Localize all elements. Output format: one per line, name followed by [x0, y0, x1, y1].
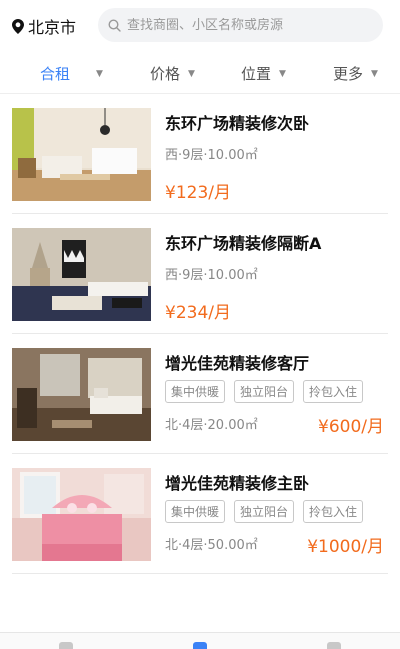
- filter-price[interactable]: 价格 ▼: [150, 63, 195, 84]
- caret-down-icon: ▼: [188, 68, 195, 79]
- tag-private-balcony: 独立阳台: [234, 500, 295, 523]
- listing-meta: 西·9层·10.00㎡: [165, 268, 258, 283]
- bottom-nav: [0, 632, 400, 649]
- filter-label: 合租: [40, 65, 71, 83]
- nav-tab-profile-icon[interactable]: [327, 642, 341, 649]
- listing-title: 东环广场精装修次卧: [165, 114, 310, 133]
- listing-item[interactable]: 增光佳苑精装修主卧 集中供暖 独立阳台 拎包入住 北·4层·50.00㎡ ¥10…: [12, 454, 388, 574]
- filter-label: 位置: [241, 65, 272, 83]
- tag-move-in-ready: 拎包入住: [303, 500, 364, 523]
- caret-down-icon: ▼: [279, 68, 286, 79]
- tag-move-in-ready: 拎包入住: [303, 380, 364, 403]
- listing-tags: 集中供暖 独立阳台 拎包入住: [165, 380, 372, 403]
- filter-share-rent[interactable]: 合租 ▼: [40, 63, 103, 84]
- search-box[interactable]: [98, 8, 383, 42]
- listing-item[interactable]: 东环广场精装修次卧 西·9层·10.00㎡ ¥123/月: [12, 94, 388, 214]
- tag-central-heating: 集中供暖: [165, 500, 226, 523]
- tag-central-heating: 集中供暖: [165, 380, 226, 403]
- listing-item[interactable]: 东环广场精装修隔断A 西·9层·10.00㎡ ¥234/月: [12, 214, 388, 334]
- search-input[interactable]: [127, 17, 367, 33]
- listing-photo: [12, 228, 151, 321]
- top-bar: 北京市: [0, 0, 400, 52]
- listing-meta: 北·4层·50.00㎡: [165, 538, 258, 553]
- listing-tags: 集中供暖 独立阳台 拎包入住: [165, 500, 372, 523]
- listing-meta: 西·9层·10.00㎡: [165, 148, 258, 163]
- listing-price: ¥234/月: [165, 303, 231, 323]
- listing-price: ¥600/月: [318, 417, 384, 437]
- listing-title: 增光佳苑精装修主卧: [165, 474, 310, 493]
- search-icon: [108, 18, 121, 32]
- filter-label: 价格: [150, 65, 181, 83]
- filter-location[interactable]: 位置 ▼: [241, 63, 286, 84]
- nav-tab-find-room-icon[interactable]: [193, 642, 207, 649]
- nav-tab-home-icon[interactable]: [59, 642, 73, 649]
- caret-down-icon: ▼: [371, 68, 378, 79]
- listing-list: 东环广场精装修次卧 西·9层·10.00㎡ ¥123/月 东环广场精装修隔断A …: [0, 94, 400, 574]
- filter-more[interactable]: 更多 ▼: [333, 63, 378, 84]
- caret-down-icon: ▼: [96, 68, 103, 79]
- filter-bar: 合租 ▼ 价格 ▼ 位置 ▼ 更多 ▼: [0, 52, 400, 94]
- filter-label: 更多: [333, 65, 364, 83]
- listing-item[interactable]: 增光佳苑精装修客厅 集中供暖 独立阳台 拎包入住 北·4层·20.00㎡ ¥60…: [12, 334, 388, 454]
- listing-photo: [12, 468, 151, 561]
- listing-title: 增光佳苑精装修客厅: [165, 354, 310, 373]
- listing-photo: [12, 108, 151, 201]
- location-pin-icon: [12, 18, 24, 34]
- listing-title: 东环广场精装修隔断A: [165, 234, 322, 253]
- listing-photo: [12, 348, 151, 441]
- city-selector[interactable]: 北京市: [12, 14, 76, 38]
- listing-price: ¥1000/月: [307, 537, 384, 557]
- city-label: 北京市: [28, 18, 77, 37]
- tag-private-balcony: 独立阳台: [234, 380, 295, 403]
- listing-meta: 北·4层·20.00㎡: [165, 418, 258, 433]
- listing-price: ¥123/月: [165, 183, 231, 203]
